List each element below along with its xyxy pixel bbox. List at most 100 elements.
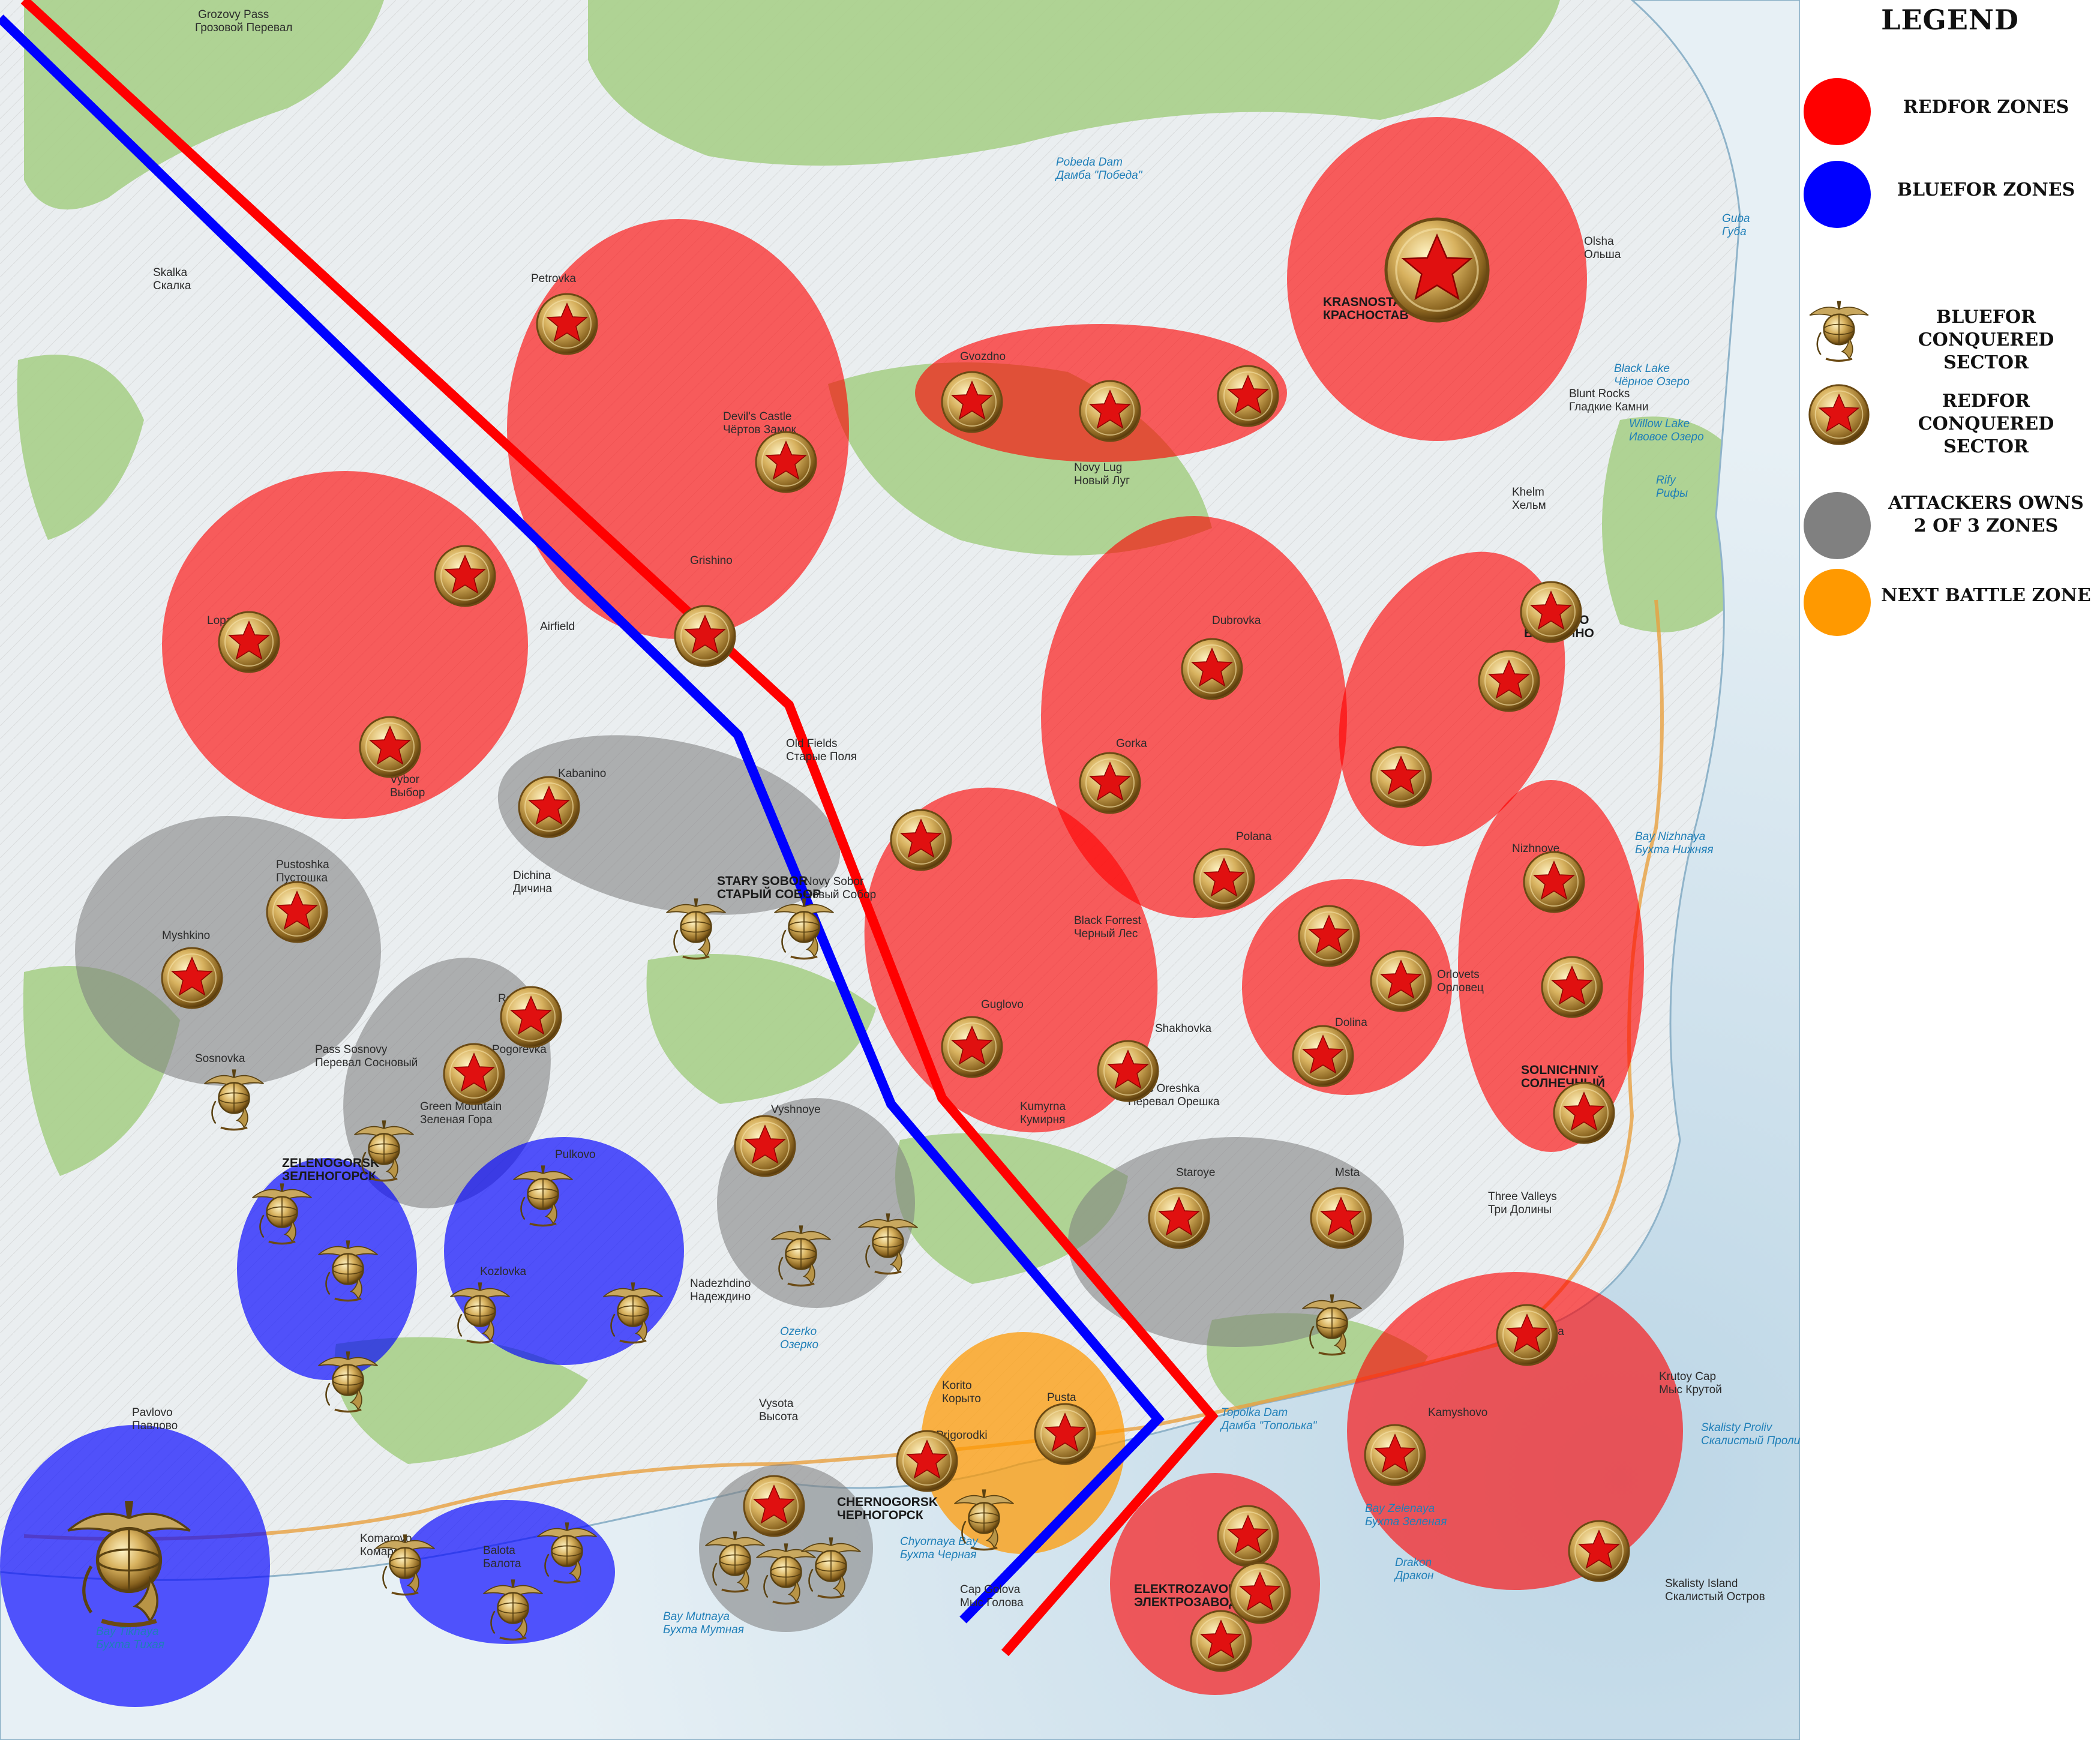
place-label: Гладкие Камни — [1569, 401, 1649, 413]
place-label: Skalka — [153, 266, 187, 279]
place-label: Airfield — [540, 620, 575, 633]
red-star-medallion-icon — [674, 605, 736, 667]
place-label: Polana — [1236, 830, 1272, 843]
red-star-medallion-icon — [218, 611, 280, 673]
place-label: Pusta — [1047, 1391, 1076, 1404]
red-star-medallion-icon — [734, 1115, 796, 1177]
place-label: Новый Собор — [804, 889, 876, 901]
place-label: Msta — [1335, 1166, 1360, 1179]
red-zone-swatch — [1804, 78, 1871, 145]
place-label: Khelm — [1512, 486, 1544, 499]
place-label: Губа — [1722, 226, 1747, 238]
legend-item-attackers-owns: ATTACKERS OWNS 2 OF 3 ZONES — [1800, 492, 2100, 576]
place-label: Topolka Dam — [1221, 1406, 1288, 1419]
place-label: Vyshnoye — [771, 1103, 821, 1116]
place-label: Перевал Сосновый — [315, 1057, 418, 1069]
place-label: Хельм — [1512, 499, 1546, 512]
legend-label: BLUEFOR CONQUERED SECTOR — [1918, 307, 2054, 373]
legend-title: LEGEND — [1881, 4, 2019, 36]
place-label: Skalisty Proliv — [1701, 1421, 1773, 1434]
place-label: Novy Sobor — [804, 875, 864, 888]
place-label: Орловец — [1437, 982, 1484, 994]
map-screenshot: Grozovy Pass Грозовой Перевал Skalka Скалка… — [0, 0, 2100, 1740]
place-label: Dolina — [1335, 1016, 1367, 1029]
place-label: ЧЕРНОГОРСК — [837, 1508, 923, 1522]
place-label: Высота — [759, 1411, 799, 1423]
place-label: Три Долины — [1488, 1204, 1552, 1216]
place-label: Green Mountain — [420, 1100, 502, 1113]
place-label: Грозовой Перевал — [195, 22, 292, 34]
red-star-medallion-icon — [755, 431, 817, 493]
place-label: Pulkovo — [555, 1148, 596, 1161]
place-label: Three Valleys — [1488, 1190, 1557, 1203]
place-label: Gvozdno — [960, 350, 1006, 363]
place-label: Nadezhdino — [690, 1277, 751, 1290]
place-label: Павлово — [132, 1420, 178, 1432]
place-label: Dichina — [513, 869, 551, 882]
place-label: Кумирня — [1020, 1114, 1065, 1126]
bluefor-zone-pulkovo — [444, 1137, 684, 1365]
red-star-medallion-icon — [1190, 1610, 1252, 1672]
red-star-medallion-icon — [1193, 848, 1255, 910]
place-label: Blunt Rocks — [1569, 388, 1630, 400]
place-label: Skalisty Island — [1665, 1577, 1738, 1590]
place-label: Kamyshovo — [1428, 1406, 1487, 1419]
place-label: Pobeda Dam — [1056, 156, 1123, 169]
legend-panel: LEGEND REDFOR ZONES BLUEFOR ZONES BLUEFO… — [1800, 0, 2100, 1740]
red-star-medallion-icon — [536, 293, 598, 355]
place-label: Зеленая Гора — [420, 1114, 493, 1126]
red-star-medallion-icon — [434, 545, 496, 607]
place-label: Pustoshka — [276, 859, 329, 871]
place-label: Рифы — [1656, 487, 1688, 500]
place-label: Willow Lake — [1629, 418, 1690, 430]
place-label: Ольша — [1584, 248, 1621, 261]
place-label: Chyornaya Bay — [900, 1535, 979, 1548]
red-star-medallion-icon — [896, 1430, 958, 1492]
place-label: Gorka — [1116, 737, 1147, 750]
place-label: Petrovka — [531, 272, 576, 285]
red-star-medallion-icon — [1364, 1424, 1426, 1486]
place-label: Мыс Крутой — [1659, 1384, 1722, 1396]
place-label: Скалка — [153, 280, 191, 292]
place-label: Kabanino — [558, 767, 606, 780]
red-star-medallion-icon — [1553, 1082, 1615, 1144]
red-star-medallion-icon — [1568, 1520, 1630, 1582]
red-star-medallion-icon — [1217, 365, 1279, 427]
red-star-medallion-icon — [1298, 905, 1360, 967]
place-label: Kumyrna — [1020, 1100, 1066, 1113]
legend-item-bluefor-zones: BLUEFOR ZONES — [1800, 155, 2100, 239]
red-star-medallion-icon — [1541, 956, 1603, 1018]
red-star-medallion-icon — [1310, 1187, 1372, 1249]
place-label: Guba — [1722, 212, 1750, 225]
red-star-medallion-icon — [941, 371, 1003, 433]
usmc-emblem-icon — [1808, 300, 1870, 362]
place-label: Devil's Castle — [723, 410, 792, 423]
red-star-medallion-icon — [1079, 752, 1141, 814]
place-label: Дичина — [513, 883, 552, 895]
place-label: Бухта Нижняя — [1635, 844, 1714, 856]
map-panel: Grozovy Pass Грозовой Перевал Skalka Скалка… — [0, 0, 1800, 1740]
place-label: Korito — [942, 1379, 972, 1392]
place-label: Shakhovka — [1155, 1022, 1211, 1035]
place-label: Pavlovo — [132, 1406, 173, 1419]
place-label: Rify — [1656, 474, 1676, 487]
place-label: Myshkino — [162, 929, 210, 942]
place-label: Новый Луг — [1074, 475, 1130, 487]
red-star-medallion-icon — [1097, 1040, 1159, 1102]
legend-item-redfor-conquered: REDFOR CONQUERED SECTOR — [1800, 379, 2100, 463]
legend-label: REDFOR CONQUERED SECTOR — [1918, 391, 2054, 457]
place-label: Ивовое Озеро — [1629, 431, 1704, 443]
place-label: Olsha — [1584, 235, 1614, 248]
redfor-zone-vybor — [162, 471, 528, 819]
place-label: Krutoy Cap — [1659, 1370, 1716, 1383]
place-label: Pass Sosnovy — [315, 1043, 388, 1056]
place-label: Bay Zelenaya — [1365, 1502, 1435, 1515]
place-label: Чёрное Озеро — [1614, 376, 1690, 388]
place-label: ZELENOGORSK — [282, 1156, 379, 1170]
place-label: Old Fields — [786, 737, 838, 750]
place-label: Staroye — [1176, 1166, 1215, 1179]
place-label: Balota — [483, 1544, 515, 1557]
place-label: STARY SOBOR — [717, 874, 808, 888]
red-star-medallion-icon — [1496, 1304, 1558, 1366]
red-star-medallion-icon — [1148, 1187, 1210, 1249]
